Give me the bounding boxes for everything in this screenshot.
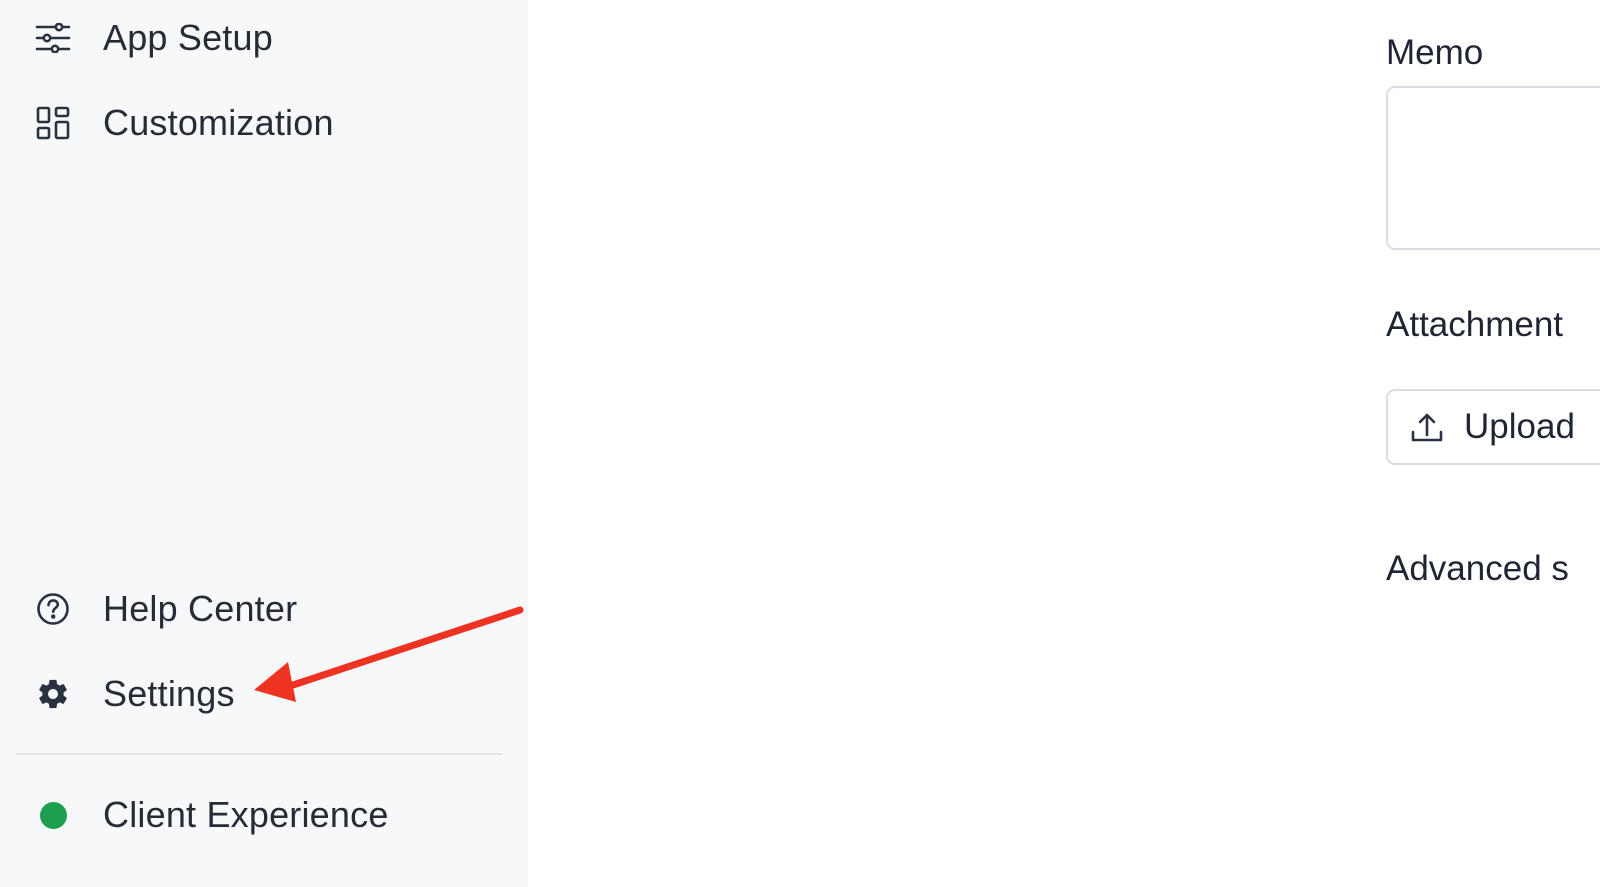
gear-icon — [34, 675, 72, 713]
status-indicator — [34, 796, 72, 834]
sidebar-item-help-center[interactable]: Help Center — [0, 579, 520, 639]
advanced-settings-label: Advanced s — [1386, 549, 1569, 588]
sidebar: App Setup Customization Help Center Sett… — [0, 0, 527, 887]
help-circle-icon — [34, 590, 72, 628]
attachments-label: Attachment — [1386, 305, 1564, 344]
memo-textarea[interactable] — [1386, 86, 1600, 250]
sidebar-item-label: Settings — [103, 673, 235, 714]
upload-icon — [1410, 411, 1444, 445]
sidebar-item-label: App Setup — [103, 17, 273, 58]
app-window: App Setup Customization Help Center Sett… — [0, 0, 1600, 887]
main-content: Memo Attachment Upload Advanced s — [527, 0, 1600, 887]
sidebar-item-settings[interactable]: Settings — [0, 664, 520, 724]
upload-button[interactable]: Upload — [1386, 389, 1600, 465]
workspace-switcher[interactable]: Client Experience — [0, 785, 520, 845]
workspace-label: Client Experience — [103, 794, 389, 835]
upload-label: Upload — [1464, 407, 1575, 446]
grid-icon — [34, 104, 72, 142]
status-dot — [39, 801, 67, 829]
sidebar-item-label: Customization — [103, 102, 334, 143]
sidebar-item-label: Help Center — [103, 588, 298, 629]
sidebar-item-app-setup[interactable]: App Setup — [0, 8, 520, 68]
memo-label: Memo — [1386, 33, 1484, 72]
sidebar-divider — [16, 753, 502, 755]
sidebar-item-customization[interactable]: Customization — [0, 93, 520, 153]
sliders-icon — [34, 19, 72, 57]
